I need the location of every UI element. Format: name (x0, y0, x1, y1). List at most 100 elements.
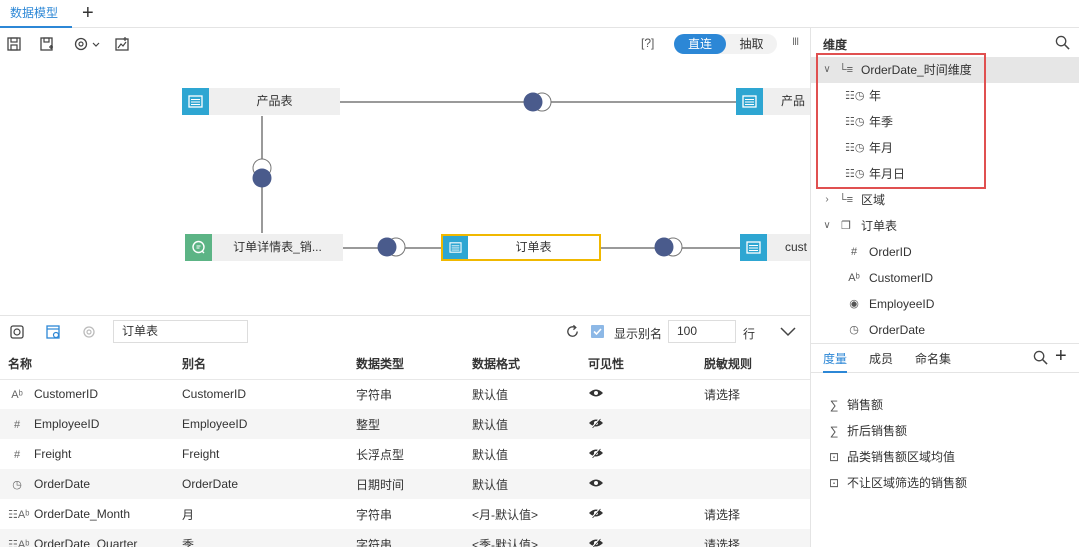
field-format-cell[interactable]: <季-默认值> (464, 529, 580, 547)
field-format-cell[interactable]: <月-默认值> (464, 499, 580, 529)
field-settings-icon[interactable] (45, 324, 61, 340)
tree-item[interactable]: ☷◷ 年月 (811, 135, 1079, 161)
table-node-order-detail[interactable]: 订单详情表_销... (185, 234, 343, 261)
field-format-cell[interactable]: 默认值 (464, 379, 580, 409)
chevron-down-icon[interactable] (780, 324, 796, 338)
field-type-cell[interactable]: 字符串 (348, 379, 464, 409)
field-alias-cell[interactable]: CustomerID (174, 379, 348, 409)
field-name-cell[interactable]: Aᵇ CustomerID (0, 379, 174, 409)
field-alias-cell[interactable]: Freight (174, 439, 348, 469)
join-icon[interactable] (247, 158, 277, 190)
settings-dropdown-icon[interactable] (73, 36, 101, 52)
field-name-cell[interactable]: # Freight (0, 439, 174, 469)
eye-off-icon[interactable] (588, 508, 604, 518)
chevron-down-icon[interactable]: ∨ (821, 57, 833, 83)
tab-named-sets[interactable]: 命名集 (915, 350, 951, 367)
table-row[interactable]: ☷Aᵇ OrderDate_Quarter 季 字符串 <季-默认值> 请选择 (0, 529, 810, 547)
tree-item[interactable]: ☷◷ 年 (811, 83, 1079, 109)
table-row[interactable]: ◷ OrderDate OrderDate 日期时间 默认值 (0, 469, 810, 499)
field-alias-cell[interactable]: OrderDate (174, 469, 348, 499)
gear-icon[interactable] (81, 324, 97, 340)
field-visibility-cell[interactable] (580, 469, 696, 499)
tree-item[interactable]: ◷ OrderDate (811, 317, 1079, 343)
field-type-cell[interactable]: 长浮点型 (348, 439, 464, 469)
measure-item[interactable]: ∑ 销售额 (827, 395, 883, 415)
tree-item[interactable]: # OrderID (811, 239, 1079, 265)
field-mask-cell[interactable]: 请选择 (696, 499, 810, 529)
field-name-cell[interactable]: ☷Aᵇ OrderDate_Quarter (0, 529, 174, 547)
measure-item[interactable]: ⊡ 不让区域筛选的销售额 (827, 473, 967, 493)
tree-item[interactable]: ∨ └≡ OrderDate_时间维度 (811, 57, 1079, 83)
preview-icon[interactable] (9, 324, 25, 340)
join-icon[interactable] (522, 92, 552, 112)
save-as-icon[interactable] (39, 36, 55, 52)
eye-icon[interactable] (588, 388, 604, 398)
field-format-cell[interactable]: 默认值 (464, 409, 580, 439)
tree-item[interactable]: ∨ ❐ 订单表 (811, 213, 1079, 239)
field-alias-cell[interactable]: EmployeeID (174, 409, 348, 439)
table-row[interactable]: Aᵇ CustomerID CustomerID 字符串 默认值 请选择 (0, 379, 810, 409)
direct-mode-button[interactable]: 直连 (674, 34, 726, 54)
table-row[interactable]: ☷Aᵇ OrderDate_Month 月 字符串 <月-默认值> 请选择 (0, 499, 810, 529)
tree-item[interactable]: ◉ EmployeeID (811, 291, 1079, 317)
field-visibility-cell[interactable] (580, 499, 696, 529)
chevron-right-icon[interactable]: › (821, 187, 833, 213)
search-icon[interactable] (1055, 35, 1070, 50)
field-type-cell[interactable]: 日期时间 (348, 469, 464, 499)
save-icon[interactable] (6, 36, 22, 52)
add-tab-button[interactable]: + (82, 3, 94, 23)
field-format-cell[interactable]: 默认值 (464, 439, 580, 469)
table-node-customer[interactable]: cust (740, 234, 810, 261)
measure-item[interactable]: ∑ 折后销售额 (827, 421, 907, 441)
field-alias-cell[interactable]: 季 (174, 529, 348, 547)
field-visibility-cell[interactable] (580, 529, 696, 547)
refresh-icon[interactable] (565, 324, 580, 339)
measure-item[interactable]: ⊡ 品类销售额区域均值 (827, 447, 955, 467)
field-mask-cell[interactable] (696, 469, 810, 499)
table-node-product2[interactable]: 产品 (736, 88, 810, 115)
field-alias-cell[interactable]: 月 (174, 499, 348, 529)
eye-off-icon[interactable] (588, 448, 604, 458)
search-icon[interactable] (1033, 350, 1048, 365)
field-visibility-cell[interactable] (580, 409, 696, 439)
table-name-input[interactable]: 订单表 (113, 320, 248, 343)
tab-measures[interactable]: 度量 (823, 350, 848, 373)
field-visibility-cell[interactable] (580, 379, 696, 409)
field-type-cell[interactable]: 整型 (348, 409, 464, 439)
field-visibility-cell[interactable] (580, 439, 696, 469)
table-row[interactable]: # Freight Freight 长浮点型 默认值 (0, 439, 810, 469)
eye-icon[interactable] (588, 478, 604, 488)
image-export-icon[interactable] (114, 36, 130, 52)
add-measure-button[interactable]: + (1055, 346, 1067, 366)
more-button[interactable]: III (792, 36, 799, 48)
field-mask-cell[interactable]: 请选择 (696, 379, 810, 409)
join-icon[interactable] (376, 237, 406, 257)
field-mask-cell[interactable]: 请选择 (696, 529, 810, 547)
tree-item[interactable]: › └≡ 区域 (811, 187, 1079, 213)
eye-off-icon[interactable] (588, 418, 604, 428)
model-canvas[interactable]: 产品表 产品 订单详情表_销... 订单表 cust (0, 60, 810, 315)
field-name-cell[interactable]: # EmployeeID (0, 409, 174, 439)
tree-item[interactable]: ☷◷ 年月日 (811, 161, 1079, 187)
help-button[interactable]: [?] (641, 36, 654, 50)
extract-mode-button[interactable]: 抽取 (726, 34, 777, 54)
field-format-cell[interactable]: 默认值 (464, 469, 580, 499)
tree-item[interactable]: Aᵇ CustomerID (811, 265, 1079, 291)
table-node-product[interactable]: 产品表 (182, 88, 340, 115)
field-mask-cell[interactable] (696, 409, 810, 439)
show-alias-checkbox[interactable] (591, 325, 604, 338)
table-row[interactable]: # EmployeeID EmployeeID 整型 默认值 (0, 409, 810, 439)
tab-data-model[interactable]: 数据模型 (0, 0, 73, 28)
eye-off-icon[interactable] (588, 538, 604, 547)
field-type-cell[interactable]: 字符串 (348, 499, 464, 529)
field-name-cell[interactable]: ☷Aᵇ OrderDate_Month (0, 499, 174, 529)
join-icon[interactable] (653, 237, 683, 257)
field-mask-cell[interactable] (696, 439, 810, 469)
tree-item[interactable]: ☷◷ 年季 (811, 109, 1079, 135)
table-node-order[interactable]: 订单表 (441, 234, 601, 261)
row-count-input[interactable]: 100 (668, 320, 736, 343)
chevron-down-icon[interactable]: ∨ (821, 213, 833, 239)
tab-members[interactable]: 成员 (869, 350, 893, 367)
field-type-cell[interactable]: 字符串 (348, 529, 464, 547)
field-name-cell[interactable]: ◷ OrderDate (0, 469, 174, 499)
